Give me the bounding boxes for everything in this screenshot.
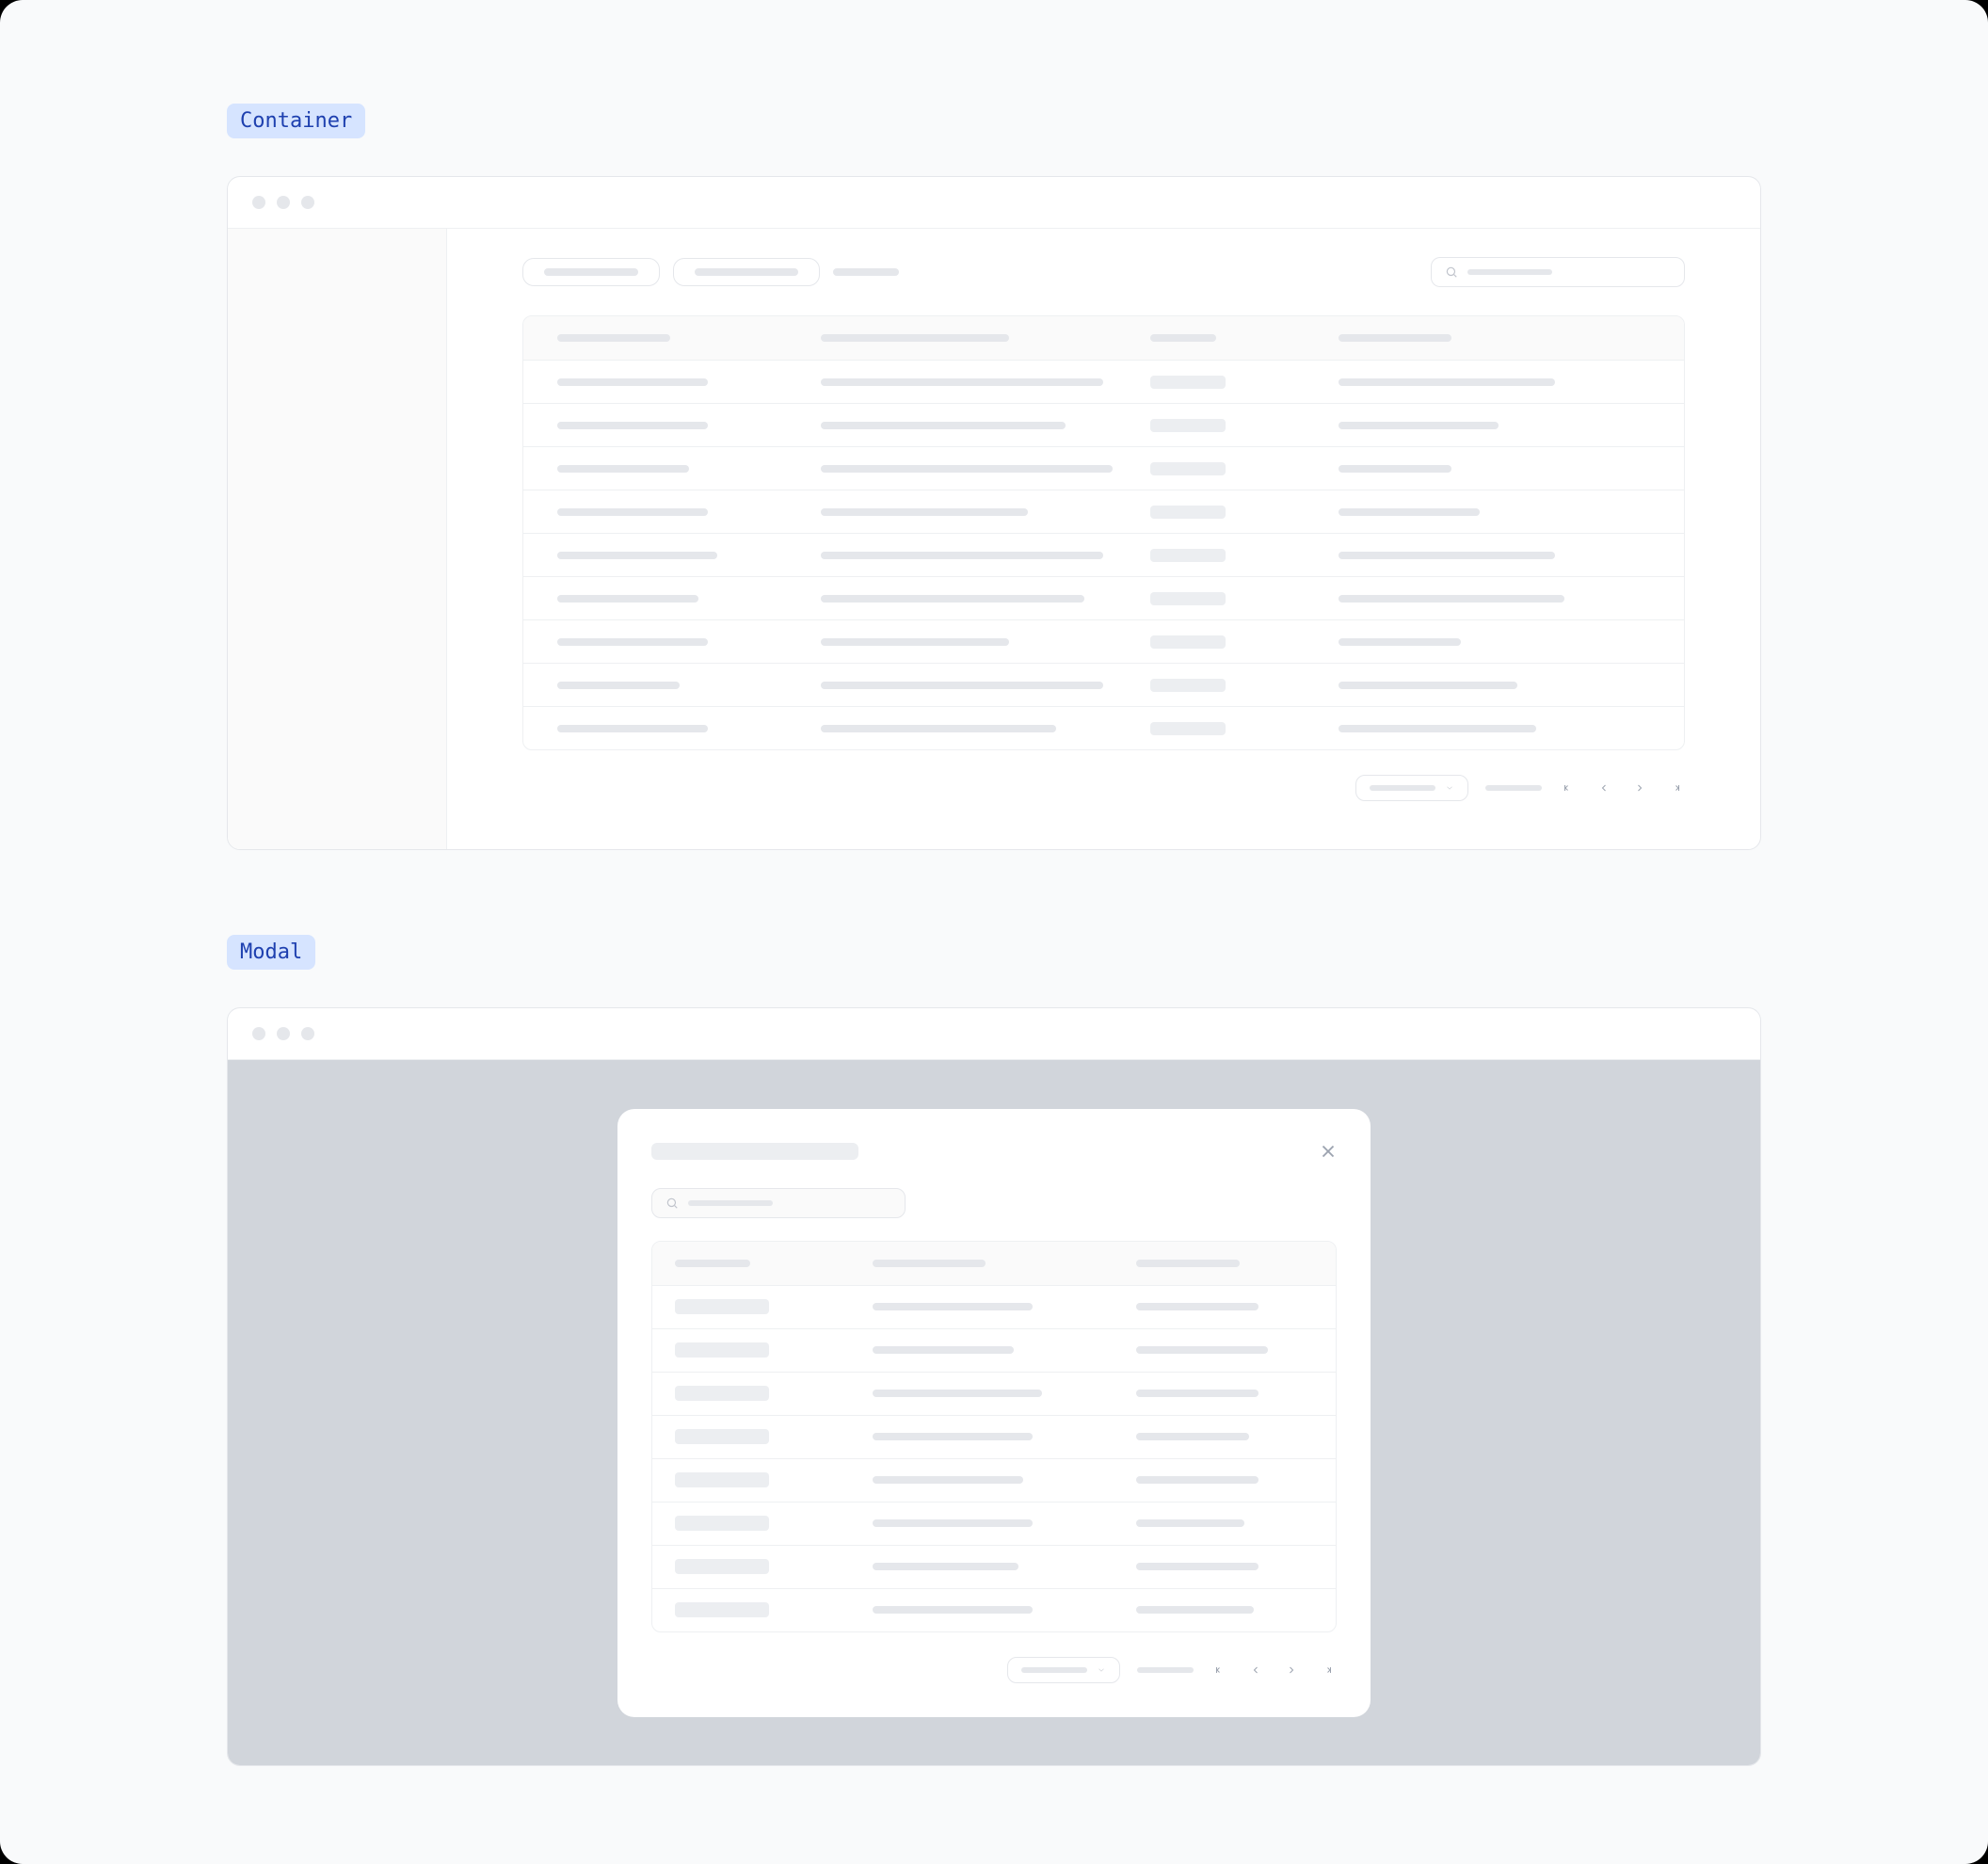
toolbar xyxy=(522,257,1685,287)
section-tag-modal: Modal xyxy=(227,935,315,970)
page-indicator xyxy=(1137,1667,1194,1673)
last-page-icon xyxy=(1670,782,1681,794)
table-row[interactable] xyxy=(523,619,1684,663)
window-dot xyxy=(277,1027,290,1040)
table-row[interactable] xyxy=(523,663,1684,706)
modal-pagination xyxy=(651,1657,1337,1683)
table-row[interactable] xyxy=(652,1588,1336,1631)
chevron-down-icon xyxy=(1097,1665,1106,1675)
chevron-left-icon xyxy=(1598,782,1610,794)
first-page-icon xyxy=(1563,782,1574,794)
data-table xyxy=(522,315,1685,750)
table-header-cell[interactable] xyxy=(557,334,821,342)
rows-per-page-select[interactable] xyxy=(1007,1657,1120,1683)
table-row[interactable] xyxy=(523,576,1684,619)
sidebar xyxy=(228,229,447,849)
section-modal: Modal xyxy=(227,935,1761,1766)
table-header-row xyxy=(652,1242,1336,1285)
window-dot xyxy=(301,196,314,209)
search-placeholder xyxy=(1467,269,1552,275)
next-page-button[interactable] xyxy=(1282,1661,1301,1679)
section-tag-container: Container xyxy=(227,104,365,138)
window-dot xyxy=(252,196,265,209)
next-page-button[interactable] xyxy=(1630,779,1649,797)
prev-page-button[interactable] xyxy=(1246,1661,1265,1679)
window-dot xyxy=(301,1027,314,1040)
page-indicator xyxy=(1485,785,1542,791)
pagination xyxy=(522,775,1685,801)
last-page-button[interactable] xyxy=(1318,1661,1337,1679)
chevron-down-icon xyxy=(1445,783,1454,793)
search-icon xyxy=(665,1197,679,1210)
table-row[interactable] xyxy=(523,706,1684,749)
search-icon xyxy=(1445,265,1458,279)
chevron-right-icon xyxy=(1286,1664,1297,1676)
section-container: Container xyxy=(227,104,1761,850)
browser-frame-container xyxy=(227,176,1761,850)
table-row[interactable] xyxy=(523,533,1684,576)
last-page-icon xyxy=(1322,1664,1333,1676)
table-header-cell[interactable] xyxy=(1136,1260,1313,1267)
rows-per-page-select[interactable] xyxy=(1355,775,1468,801)
table-row[interactable] xyxy=(652,1502,1336,1545)
table-header-cell[interactable] xyxy=(873,1260,1136,1267)
table-row[interactable] xyxy=(652,1415,1336,1458)
table-row[interactable] xyxy=(652,1285,1336,1328)
table-header-row xyxy=(523,316,1684,360)
chevron-left-icon xyxy=(1250,1664,1261,1676)
window-dot xyxy=(252,1027,265,1040)
search-placeholder xyxy=(688,1200,773,1206)
table-row[interactable] xyxy=(652,1545,1336,1588)
modal-close-button[interactable] xyxy=(1318,1141,1339,1162)
main-content-area xyxy=(447,229,1760,849)
first-page-button[interactable] xyxy=(1210,1661,1229,1679)
table-row[interactable] xyxy=(523,446,1684,490)
filter-pill[interactable] xyxy=(673,258,820,286)
last-page-button[interactable] xyxy=(1666,779,1685,797)
first-page-button[interactable] xyxy=(1559,779,1578,797)
table-header-cell[interactable] xyxy=(821,334,1150,342)
first-page-icon xyxy=(1214,1664,1226,1676)
modal-data-table xyxy=(651,1241,1337,1632)
table-row[interactable] xyxy=(652,1328,1336,1372)
browser-frame-modal xyxy=(227,1007,1761,1766)
toolbar-ghost-label xyxy=(833,268,899,276)
close-icon xyxy=(1318,1141,1339,1162)
table-row[interactable] xyxy=(523,360,1684,403)
filter-pill[interactable] xyxy=(522,258,660,286)
search-input[interactable] xyxy=(1431,257,1685,287)
table-row[interactable] xyxy=(523,403,1684,446)
table-row[interactable] xyxy=(652,1458,1336,1502)
modal-title xyxy=(651,1143,858,1160)
table-header-cell[interactable] xyxy=(675,1260,873,1267)
modal-dialog xyxy=(617,1109,1371,1717)
table-row[interactable] xyxy=(523,490,1684,533)
modal-backdrop xyxy=(228,1059,1760,1765)
modal-search-input[interactable] xyxy=(651,1188,906,1218)
chevron-right-icon xyxy=(1634,782,1645,794)
window-dot xyxy=(277,196,290,209)
table-header-cell[interactable] xyxy=(1150,334,1339,342)
browser-titlebar xyxy=(228,177,1760,228)
table-header-cell[interactable] xyxy=(1339,334,1650,342)
browser-titlebar xyxy=(228,1008,1760,1059)
table-row[interactable] xyxy=(652,1372,1336,1415)
prev-page-button[interactable] xyxy=(1595,779,1613,797)
